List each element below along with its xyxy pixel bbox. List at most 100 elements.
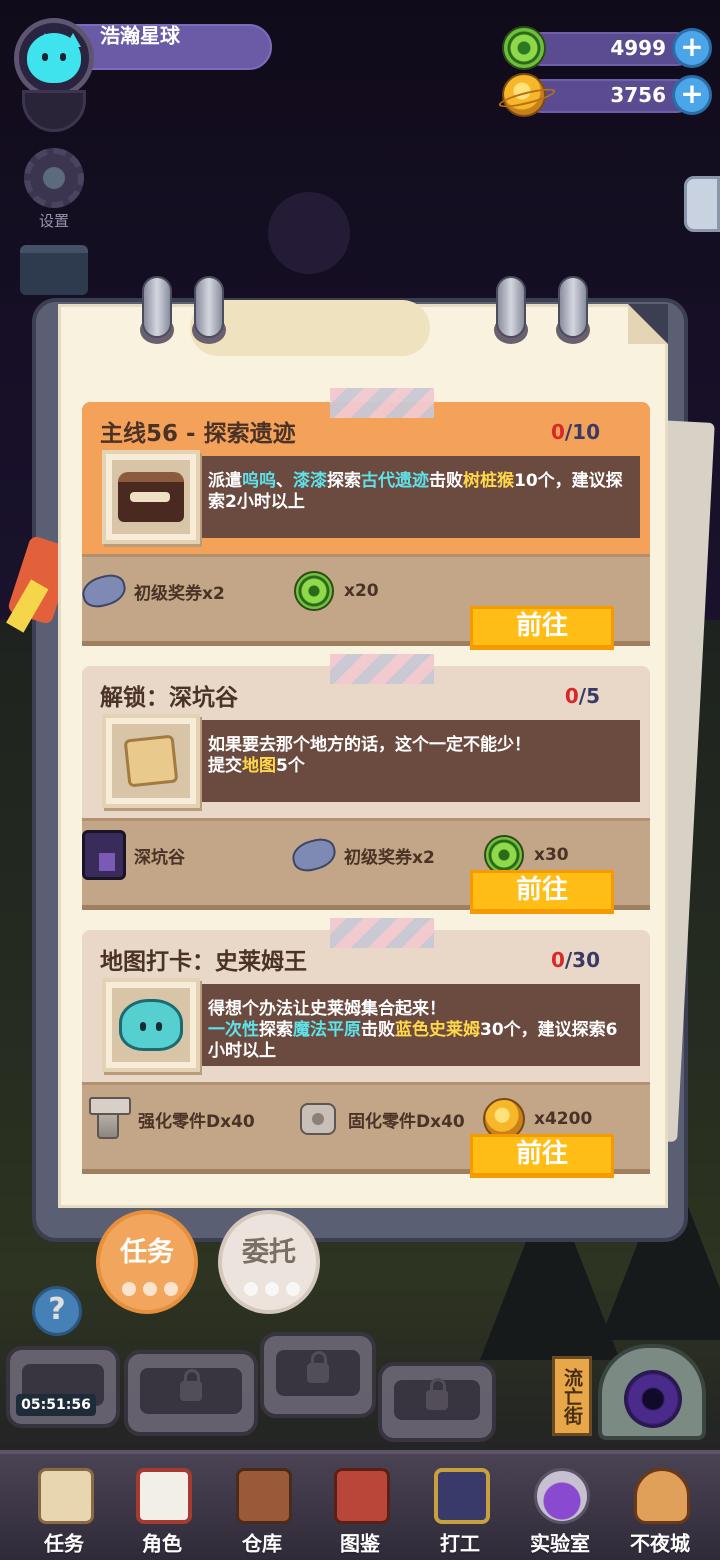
settings-label: 设置 [38,212,69,230]
portal-gate-icon[interactable] [598,1344,706,1440]
nav-label: 角色 [142,1531,182,1556]
quest-image [102,450,200,544]
reward-label: x4200 [534,1109,593,1129]
progress-total: /10 [564,420,600,444]
quest-progress: 0/30 [551,948,600,972]
reward-item: 初级奖券x2 [289,833,435,877]
nav-collection[interactable]: 图鉴 [310,1462,410,1560]
lab-icon [534,1468,590,1524]
reward-item: 深坑谷 [82,830,185,880]
lock-icon [426,1378,448,1410]
side-menu-top-button[interactable] [22,90,86,132]
currency-green: 4999 + [502,26,712,70]
nav-label: 任务 [44,1531,84,1556]
bolt-icon [89,1097,131,1139]
binder-ring [496,276,526,338]
progress-total: /5 [578,684,600,708]
tape-strip [330,918,434,948]
currency-bar [524,32,694,66]
quest-title: 主线56 - 探索遗迹 [100,421,296,447]
reward-row: 初级奖券x2 x20 前往 [79,554,650,650]
binder-ring [142,276,172,338]
progress-total: /30 [564,948,600,972]
quest-description-text: 得想个办法让史莱姆集合起来！ 一次性探索魔法平原击败蓝色史莱姆30个，建议探索6小… [208,999,618,1061]
book-icon [334,1468,390,1524]
reward-label: 强化零件Dx40 [138,1111,255,1132]
nav-task[interactable]: 任务 [14,1462,114,1560]
help-button[interactable]: ? [32,1286,82,1336]
quest-card: 解锁：深坑谷 0/5 如果要去那个地方的话，这个一定不能少！ 提交地图5个 深坑谷… [82,666,650,914]
quest-progress: 0/10 [551,420,600,444]
nav-lab[interactable]: 实验室 [510,1462,610,1560]
tape-strip [330,388,434,418]
night-city-icon [634,1468,690,1524]
reward-item: 初级奖券x2 [79,569,225,613]
nav-label: 实验室 [530,1531,590,1556]
mail-box-icon[interactable] [20,245,88,295]
binder-ring [558,276,588,338]
work-icon [434,1468,490,1524]
timer-label: 05:51:56 [16,1394,96,1416]
quest-progress: 0/5 [565,684,600,708]
nav-character[interactable]: 角色 [112,1462,212,1560]
add-gold-coin-button[interactable]: + [672,75,712,115]
currency-green-value: 4999 [610,36,666,60]
side-clip-icon[interactable] [684,176,720,232]
reward-label: x30 [534,845,569,865]
nut-icon [300,1103,336,1135]
nav-work[interactable]: 打工 [410,1462,510,1560]
ticket-icon [289,835,339,875]
lock-icon [307,1351,329,1383]
add-green-coin-button[interactable]: + [672,28,712,68]
nav-label: 不夜城 [630,1531,690,1556]
go-button[interactable]: 前往 [470,870,614,914]
go-button[interactable]: 前往 [470,606,614,650]
settings-gear-icon[interactable] [24,148,84,208]
quest-image [102,978,200,1072]
nav-warehouse[interactable]: 仓库 [212,1462,312,1560]
tab-task-paw[interactable]: 任务 [96,1210,198,1314]
paw-pads [122,1282,178,1300]
lock-icon [180,1369,202,1401]
locked-machine[interactable] [124,1350,258,1436]
reward-label: x20 [344,581,379,601]
locked-machine[interactable] [378,1362,496,1442]
quest-title: 解锁：深坑谷 [100,685,238,711]
cat-face-icon [27,33,81,83]
green-coin-icon [294,571,334,611]
nav-label: 打工 [440,1531,480,1556]
nav-label: 仓库 [242,1531,282,1556]
side-menu: 设置 [18,90,90,295]
reward-row: 深坑谷 初级奖券x2 x30 前往 [82,818,650,914]
paw-pads [244,1282,300,1300]
reward-item: 强化零件Dx40 [86,1097,255,1141]
avatar[interactable] [14,18,94,98]
nav-night-city[interactable]: 不夜城 [610,1462,710,1560]
blue-slime-icon [119,999,183,1051]
gear-center [43,167,65,189]
reward-label: 深坑谷 [134,847,185,868]
progress-current: 0 [550,948,565,972]
currency-gold-value: 3756 [610,83,666,107]
map-scroll-icon [123,734,179,788]
quest-description-text: 如果要去那个地方的话，这个一定不能少！ 提交地图5个 [208,735,531,776]
reward-label: 初级奖券x2 [134,583,225,604]
tab-entrust-paw[interactable]: 委托 [218,1210,320,1314]
player-name: 浩瀚星球 [100,23,180,48]
bottom-navigation: 任务 角色 仓库 图鉴 打工 实验室 不夜城 [0,1450,720,1560]
locked-machine[interactable] [260,1332,376,1418]
quest-header: 主线56 - 探索遗迹 0/10 派遣呜呜、漆漆探索古代遗迹击败树桩猴10个，建… [82,402,650,554]
binder-ring [194,276,224,338]
nav-label: 图鉴 [340,1531,380,1556]
quest-header: 解锁：深坑谷 0/5 如果要去那个地方的话，这个一定不能少！ 提交地图5个 [82,666,650,818]
reward-row: 强化零件Dx40 固化零件Dx40 x4200 前往 [82,1082,650,1178]
green-coin-icon [484,835,524,875]
warehouse-icon [236,1468,292,1524]
go-button[interactable]: 前往 [470,1134,614,1178]
stump-monkey-icon [118,472,184,522]
quest-card: 地图打卡：史莱姆王 0/30 得想个办法让史莱姆集合起来！ 一次性探索魔法平原击败… [82,930,650,1178]
quest-image [102,714,200,808]
character-icon [136,1468,192,1524]
exile-street-sign[interactable]: 流亡街 [552,1356,592,1436]
quest-description-text: 派遣呜呜、漆漆探索古代遗迹击败树桩猴10个，建议探索2小时以上 [208,471,623,512]
